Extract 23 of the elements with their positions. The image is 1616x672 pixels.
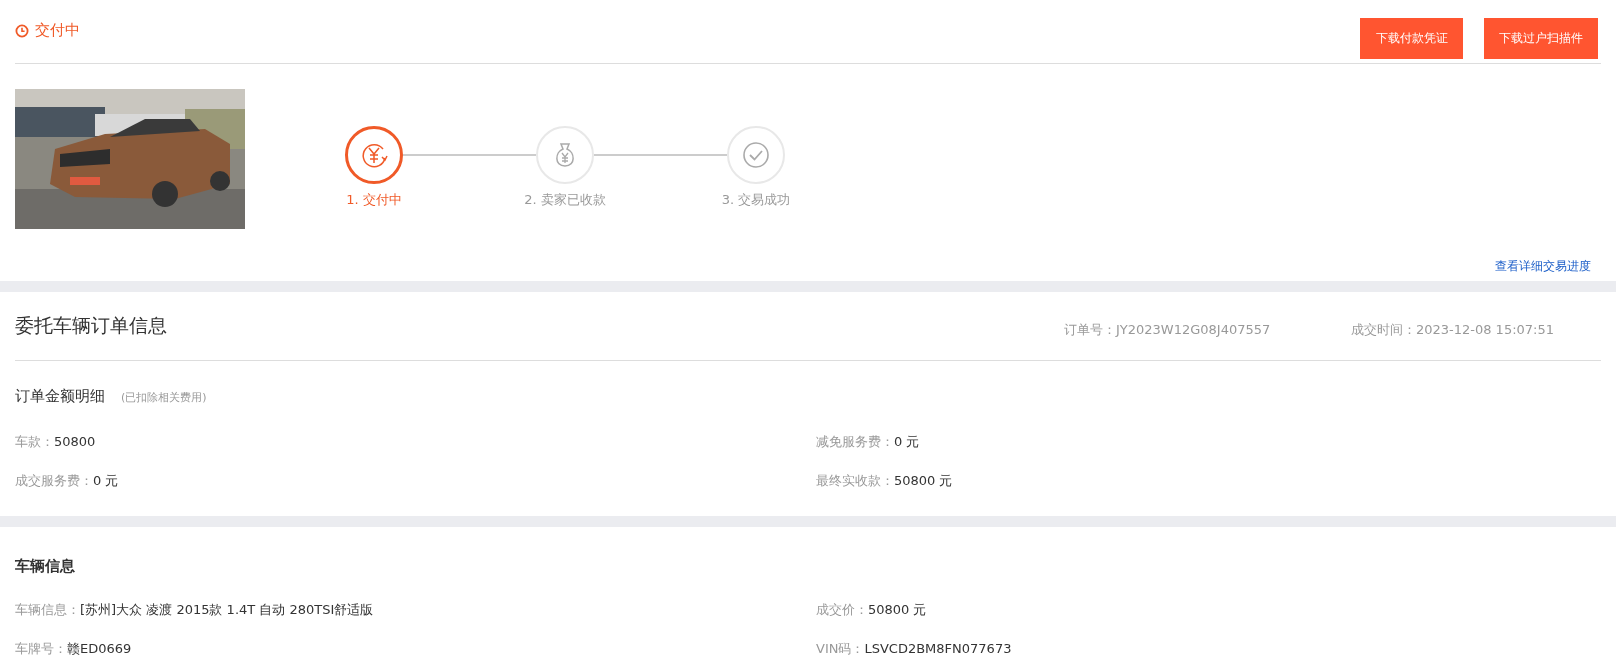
info-field: 减免服务费：0 元 — [816, 432, 1601, 451]
step-label: 1. 交付中 — [346, 191, 402, 209]
download-button[interactable]: 下载付款凭证 — [1360, 18, 1463, 59]
info-field: 成交价：50800 元 — [816, 600, 1601, 619]
download-button[interactable]: 下载过户扫描件 — [1484, 18, 1598, 59]
info-field: 车款：50800 — [15, 432, 816, 451]
info-field: 车辆信息：[苏州]大众 凌渡 2015款 1.4T 自动 280TSI舒适版 — [15, 600, 816, 619]
step-label: 2. 卖家已收款 — [524, 191, 606, 209]
info-field: 车牌号：赣ED0669 — [15, 639, 816, 658]
section-title: 车辆信息 — [15, 557, 76, 576]
info-field: 最终实收款：50800 元 — [816, 471, 1601, 490]
progress-link[interactable]: 查看详细交易进度 — [1495, 258, 1591, 275]
section-title: 委托车辆订单信息 — [15, 313, 168, 338]
status-text: 交付中 — [35, 21, 80, 40]
info-field: 成交服务费：0 元 — [15, 471, 816, 490]
fee-note: (已扣除相关费用) — [121, 390, 207, 405]
check-icon — [741, 140, 771, 170]
clock-icon — [15, 23, 29, 38]
order-meta: 成交时间：2023-12-08 15:07:51 — [1350, 321, 1554, 339]
order-meta: 订单号：JY2023W12G08J407557 — [1063, 321, 1272, 339]
subsection-title: 订单金额明细 — [15, 387, 105, 406]
step-label: 3. 交易成功 — [721, 191, 791, 209]
info-field: VIN码：LSVCD2BM8FN077673 — [816, 639, 1601, 658]
